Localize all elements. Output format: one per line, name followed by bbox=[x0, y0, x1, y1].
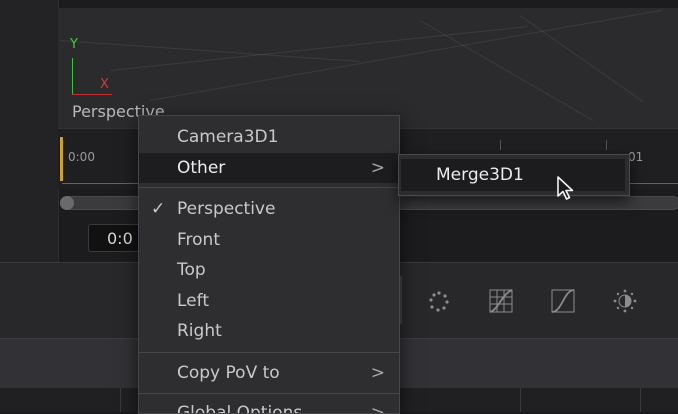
menu-item-top[interactable]: Top bbox=[139, 255, 399, 285]
chevron-right-icon: > bbox=[370, 363, 385, 383]
menu-item-label: Copy PoV to bbox=[177, 363, 280, 383]
menu-item-camera3d1[interactable]: Camera3D1 bbox=[139, 122, 399, 152]
timeline-start-time: 0:00 bbox=[68, 150, 95, 164]
menu-item-label: Global Options bbox=[177, 403, 303, 414]
column-divider bbox=[120, 388, 121, 412]
menu-item-label: Other bbox=[177, 158, 226, 178]
menu-item-other[interactable]: Other > bbox=[139, 153, 399, 183]
menu-item-label: Front bbox=[177, 230, 220, 250]
menu-item-right[interactable]: Right bbox=[139, 316, 399, 346]
x-axis-line bbox=[72, 94, 112, 95]
menu-item-copy-pov-to[interactable]: Copy PoV to > bbox=[139, 358, 399, 388]
toolbar-divider bbox=[400, 276, 402, 324]
y-axis-label: Y bbox=[70, 37, 78, 52]
x-axis-label: X bbox=[100, 77, 109, 92]
timeline-right-time: 01 bbox=[628, 150, 644, 164]
left-panel-strip bbox=[0, 0, 59, 262]
menu-item-left[interactable]: Left bbox=[139, 286, 399, 316]
menu-item-label: Perspective bbox=[177, 199, 276, 219]
y-axis-line bbox=[72, 58, 73, 94]
menu-item-label: Right bbox=[177, 321, 222, 341]
timecode-field[interactable]: 0:0 bbox=[88, 224, 144, 252]
scrollbar-knob[interactable] bbox=[60, 196, 74, 210]
menu-separator bbox=[139, 393, 399, 394]
particles-icon[interactable] bbox=[426, 288, 452, 314]
menu-item-front[interactable]: Front bbox=[139, 225, 399, 255]
grid-curve-icon[interactable] bbox=[488, 288, 514, 314]
timeline-tick bbox=[606, 140, 607, 150]
submenu-item-merge3d1[interactable]: Merge3D1 bbox=[401, 159, 625, 191]
column-divider bbox=[520, 388, 521, 412]
mouse-cursor-icon bbox=[557, 176, 574, 200]
submenu-item-label: Merge3D1 bbox=[436, 165, 524, 185]
column-divider bbox=[640, 388, 641, 412]
menu-separator bbox=[139, 187, 399, 188]
menu-item-label: Left bbox=[177, 291, 209, 311]
menu-item-perspective[interactable]: ✓ Perspective bbox=[139, 194, 399, 224]
other-submenu: Merge3D1 bbox=[398, 154, 630, 196]
menu-item-label: Camera3D1 bbox=[177, 127, 279, 147]
chevron-right-icon: > bbox=[370, 158, 385, 178]
playhead[interactable] bbox=[60, 137, 63, 181]
checkmark-icon: ✓ bbox=[151, 199, 166, 219]
timeline-tick bbox=[500, 140, 501, 150]
menu-separator bbox=[139, 352, 399, 353]
curve-icon[interactable] bbox=[550, 288, 576, 314]
menu-item-label: Top bbox=[177, 260, 206, 280]
view-context-menu: Camera3D1 Other > ✓ Perspective Front To… bbox=[138, 115, 400, 414]
brightness-icon[interactable] bbox=[612, 288, 638, 314]
